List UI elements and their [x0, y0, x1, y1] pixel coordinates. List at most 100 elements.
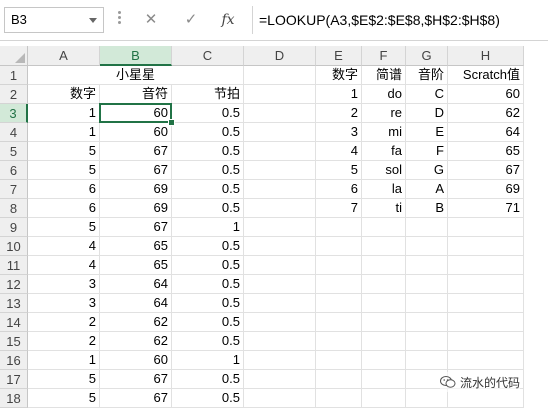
row-header-5[interactable]: 5: [0, 142, 28, 161]
cell-b16[interactable]: 60: [100, 351, 172, 370]
cell-d13[interactable]: [244, 294, 316, 313]
drag-handle-icon[interactable]: [118, 9, 122, 29]
cell-c11[interactable]: 0.5: [172, 256, 244, 275]
cell-h2[interactable]: 60: [448, 85, 524, 104]
cell-b15[interactable]: 62: [100, 332, 172, 351]
row-header-1[interactable]: 1: [0, 66, 28, 85]
row-header-12[interactable]: 12: [0, 275, 28, 294]
cell-e18[interactable]: [316, 389, 362, 408]
cell-b6[interactable]: 67: [100, 161, 172, 180]
cancel-button[interactable]: ✕: [140, 8, 162, 32]
cell-c18[interactable]: 0.5: [172, 389, 244, 408]
cell-h4[interactable]: 64: [448, 123, 524, 142]
cell-e3[interactable]: 2: [316, 104, 362, 123]
cell-b9[interactable]: 67: [100, 218, 172, 237]
cell-a2[interactable]: 数字: [28, 85, 100, 104]
cell-b7[interactable]: 69: [100, 180, 172, 199]
cell-c2[interactable]: 节拍: [172, 85, 244, 104]
cell-b13[interactable]: 64: [100, 294, 172, 313]
cell-e15[interactable]: [316, 332, 362, 351]
cell-b10[interactable]: 65: [100, 237, 172, 256]
cell-d11[interactable]: [244, 256, 316, 275]
cell-d14[interactable]: [244, 313, 316, 332]
cell-c4[interactable]: 0.5: [172, 123, 244, 142]
cell-f15[interactable]: [362, 332, 406, 351]
row-header-17[interactable]: 17: [0, 370, 28, 389]
cell-f9[interactable]: [362, 218, 406, 237]
cell-b18[interactable]: 67: [100, 389, 172, 408]
cell-f2[interactable]: do: [362, 85, 406, 104]
insert-function-button[interactable]: fx: [217, 8, 239, 32]
cell-c10[interactable]: 0.5: [172, 237, 244, 256]
row-header-3[interactable]: 3: [0, 104, 28, 123]
cell-h13[interactable]: [448, 294, 524, 313]
cell-d5[interactable]: [244, 142, 316, 161]
cell-a13[interactable]: 3: [28, 294, 100, 313]
cell-a9[interactable]: 5: [28, 218, 100, 237]
cell-h15[interactable]: [448, 332, 524, 351]
cell-e9[interactable]: [316, 218, 362, 237]
row-header-2[interactable]: 2: [0, 85, 28, 104]
cell-a1-merged-title[interactable]: 小星星: [28, 66, 244, 85]
cell-c9[interactable]: 1: [172, 218, 244, 237]
cell-f13[interactable]: [362, 294, 406, 313]
cell-d15[interactable]: [244, 332, 316, 351]
cell-d16[interactable]: [244, 351, 316, 370]
cell-c3[interactable]: 0.5: [172, 104, 244, 123]
cell-f5[interactable]: fa: [362, 142, 406, 161]
cell-g5[interactable]: F: [406, 142, 448, 161]
cell-a18[interactable]: 5: [28, 389, 100, 408]
cell-h8[interactable]: 71: [448, 199, 524, 218]
cell-c13[interactable]: 0.5: [172, 294, 244, 313]
cell-d18[interactable]: [244, 389, 316, 408]
cell-e5[interactable]: 4: [316, 142, 362, 161]
cell-g13[interactable]: [406, 294, 448, 313]
cell-g2[interactable]: C: [406, 85, 448, 104]
column-header-a[interactable]: A: [28, 46, 100, 66]
cell-f10[interactable]: [362, 237, 406, 256]
cell-d12[interactable]: [244, 275, 316, 294]
select-all-button[interactable]: [0, 46, 28, 66]
cell-f18[interactable]: [362, 389, 406, 408]
column-header-h[interactable]: H: [448, 46, 524, 66]
cell-e17[interactable]: [316, 370, 362, 389]
cell-d6[interactable]: [244, 161, 316, 180]
cell-c14[interactable]: 0.5: [172, 313, 244, 332]
cell-g14[interactable]: [406, 313, 448, 332]
cell-f3[interactable]: re: [362, 104, 406, 123]
row-header-8[interactable]: 8: [0, 199, 28, 218]
cell-d8[interactable]: [244, 199, 316, 218]
cell-h1[interactable]: Scratch值: [448, 66, 524, 85]
cell-e13[interactable]: [316, 294, 362, 313]
cell-d9[interactable]: [244, 218, 316, 237]
cell-f12[interactable]: [362, 275, 406, 294]
cell-d4[interactable]: [244, 123, 316, 142]
cell-a12[interactable]: 3: [28, 275, 100, 294]
cell-c5[interactable]: 0.5: [172, 142, 244, 161]
cell-h10[interactable]: [448, 237, 524, 256]
cell-a16[interactable]: 1: [28, 351, 100, 370]
row-header-15[interactable]: 15: [0, 332, 28, 351]
cell-b17[interactable]: 67: [100, 370, 172, 389]
cell-g8[interactable]: B: [406, 199, 448, 218]
row-header-4[interactable]: 4: [0, 123, 28, 142]
cell-c7[interactable]: 0.5: [172, 180, 244, 199]
cell-h3[interactable]: 62: [448, 104, 524, 123]
cell-h6[interactable]: 67: [448, 161, 524, 180]
enter-button[interactable]: ✓: [180, 8, 202, 32]
cell-b3[interactable]: 60: [100, 104, 172, 123]
cell-g15[interactable]: [406, 332, 448, 351]
cell-a8[interactable]: 6: [28, 199, 100, 218]
cell-c12[interactable]: 0.5: [172, 275, 244, 294]
cell-d7[interactable]: [244, 180, 316, 199]
row-header-7[interactable]: 7: [0, 180, 28, 199]
cell-d2[interactable]: [244, 85, 316, 104]
cell-f14[interactable]: [362, 313, 406, 332]
cell-c8[interactable]: 0.5: [172, 199, 244, 218]
cell-f17[interactable]: [362, 370, 406, 389]
cell-a11[interactable]: 4: [28, 256, 100, 275]
cell-g10[interactable]: [406, 237, 448, 256]
cell-e11[interactable]: [316, 256, 362, 275]
row-header-18[interactable]: 18: [0, 389, 28, 408]
cell-e8[interactable]: 7: [316, 199, 362, 218]
